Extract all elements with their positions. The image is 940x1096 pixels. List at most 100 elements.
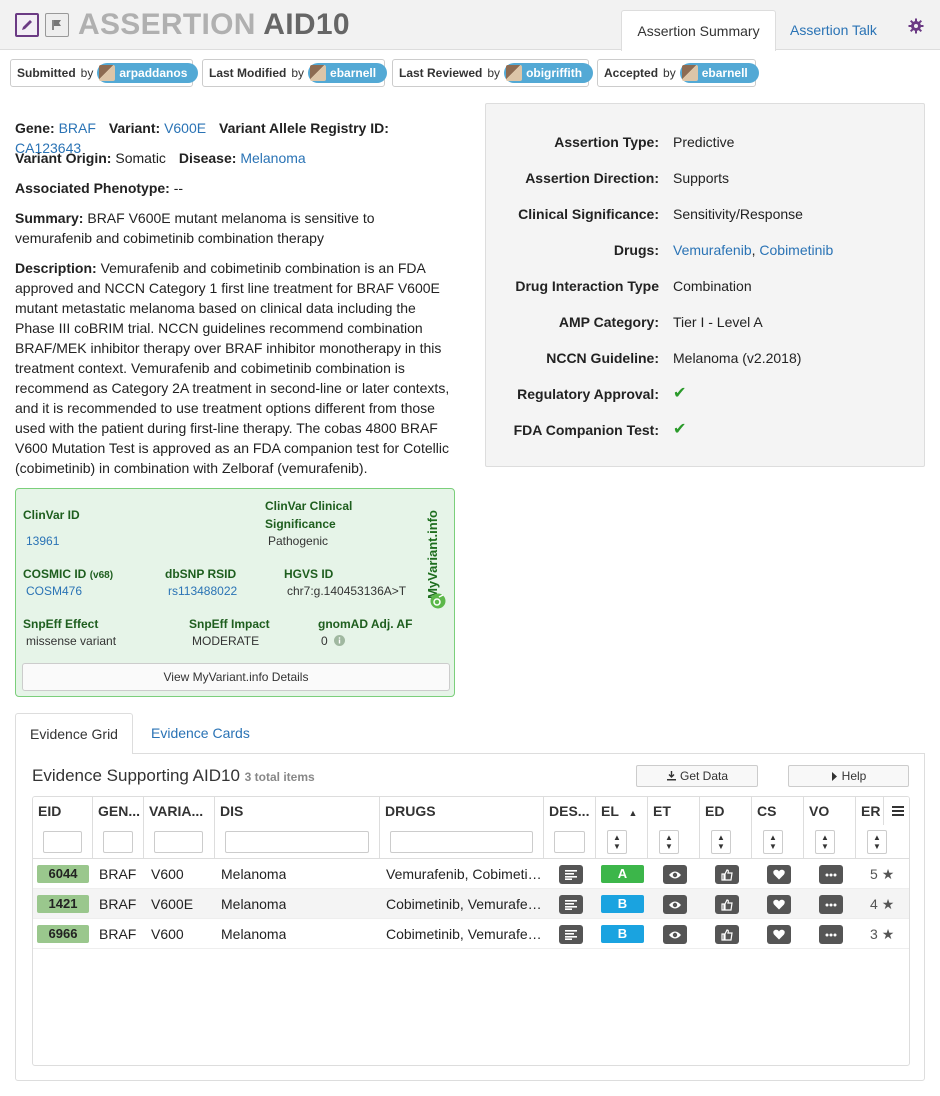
property-row: FDA Companion Test: ✔ <box>486 420 926 440</box>
filter-select[interactable]: ▲ ▼ <box>763 830 783 854</box>
flag-button[interactable] <box>45 13 69 37</box>
last-modified-attribution: Last Modified by ebarnell <box>202 59 388 87</box>
filter-select[interactable]: ▲ ▼ <box>711 830 731 854</box>
column-header-variant-origin[interactable]: VO ▲ ▼ <box>804 797 856 859</box>
heart-icon <box>767 925 791 944</box>
evidence-level-badge: B <box>601 925 644 943</box>
eid-badge[interactable]: 6966 <box>37 925 89 943</box>
registry-label: Variant Allele Registry ID: <box>219 120 389 136</box>
column-title: VO <box>809 803 830 819</box>
description-icon[interactable] <box>559 865 583 884</box>
filter-variant-input[interactable] <box>154 831 203 853</box>
column-header-disease[interactable]: DIS <box>215 797 380 859</box>
filter-select[interactable]: ▲ ▼ <box>867 830 887 854</box>
rating-cell: 3 ★ <box>870 919 894 949</box>
snpeff-impact-value: MODERATE <box>192 634 260 648</box>
clinvar-id-link[interactable]: 13961 <box>26 532 59 550</box>
cosmic-id-link[interactable]: COSM476 <box>26 582 82 600</box>
property-label: Drug Interaction Type <box>515 278 659 294</box>
disease-cell: Melanoma <box>221 926 287 942</box>
filter-select[interactable]: ▲ ▼ <box>659 830 679 854</box>
snpeff-effect-value: missense variant <box>26 634 117 648</box>
phenotype-value: -- <box>173 180 184 196</box>
property-row: NCCN Guideline: Melanoma (v2.2018) <box>486 348 926 368</box>
tab-evidence-grid[interactable]: Evidence Grid <box>15 713 133 754</box>
column-header-description[interactable]: DES... <box>544 797 596 859</box>
column-header-clinical-significance[interactable]: CS ▲ ▼ <box>752 797 804 859</box>
myvariant-brand-text: MyVariant.info <box>424 510 440 599</box>
property-label: Regulatory Approval: <box>517 386 659 402</box>
column-header-drugs[interactable]: DRUGS <box>380 797 544 859</box>
property-value: Melanoma (v2.2018) <box>673 350 802 366</box>
grid-menu-button[interactable] <box>883 797 909 825</box>
help-button[interactable]: Help <box>788 765 909 787</box>
column-header-variant[interactable]: VARIA... <box>144 797 215 859</box>
drug-link[interactable]: Vemurafenib <box>673 242 752 258</box>
summary-label: Summary: <box>15 210 84 226</box>
column-header-gene[interactable]: GEN... <box>93 797 144 859</box>
description-icon[interactable] <box>559 925 583 944</box>
tab-assertion-summary[interactable]: Assertion Summary <box>621 10 776 51</box>
filter-disease-input[interactable] <box>225 831 369 853</box>
get-data-button[interactable]: Get Data <box>636 765 758 787</box>
user-badge[interactable]: arpaddanos <box>97 63 199 83</box>
tab-assertion-talk[interactable]: Assertion Talk <box>790 10 877 50</box>
description-label: Description: <box>15 260 97 276</box>
heart-icon <box>767 865 791 884</box>
gene-link[interactable]: BRAF <box>59 120 96 136</box>
user-badge[interactable]: ebarnell <box>308 63 388 83</box>
filter-select[interactable]: ▲ ▼ <box>815 830 835 854</box>
column-title: DIS <box>220 803 244 819</box>
assertion-header: ASSERTION AID10 Assertion Summary Assert… <box>0 0 940 51</box>
ellipsis-icon <box>819 865 843 884</box>
eid-badge[interactable]: 1421 <box>37 895 89 913</box>
sort-select[interactable]: ▲ ▼ <box>607 830 627 854</box>
column-header-eid[interactable]: EID <box>33 797 93 859</box>
column-title: ET <box>653 803 671 819</box>
info-icon[interactable] <box>334 635 346 646</box>
user-badge[interactable]: obigriffith <box>504 63 594 83</box>
evidence-level-badge: A <box>601 865 644 883</box>
filter-drugs-input[interactable] <box>390 831 533 853</box>
settings-button[interactable] <box>908 18 924 37</box>
table-row[interactable]: 6044 BRAF V600 Melanoma Vemurafenib, Cob… <box>33 859 909 889</box>
user-name: arpaddanos <box>119 66 188 80</box>
user-badge[interactable]: ebarnell <box>679 63 759 83</box>
property-label: AMP Category: <box>558 314 659 330</box>
filter-eid-input[interactable] <box>43 831 82 853</box>
filter-gene-input[interactable] <box>103 831 133 853</box>
disease-link[interactable]: Melanoma <box>240 150 305 166</box>
filter-description-input[interactable] <box>554 831 585 853</box>
variant-link[interactable]: V600E <box>164 120 206 136</box>
tab-evidence-cards[interactable]: Evidence Cards <box>151 713 250 754</box>
accepted-attribution: Accepted by ebarnell <box>597 59 759 87</box>
table-row[interactable]: 1421 BRAF V600E Melanoma Cobimetinib, Ve… <box>33 889 909 919</box>
view-myvariant-details-button[interactable]: View MyVariant.info Details <box>22 663 450 691</box>
property-row-drugs: Drugs: Vemurafenib, Cobimetinib <box>486 240 926 260</box>
drug-separator: , <box>751 242 756 258</box>
column-header-evidence-direction[interactable]: ED ▲ ▼ <box>700 797 752 859</box>
property-label: NCCN Guideline: <box>546 350 659 366</box>
check-icon: ✔ <box>673 421 687 438</box>
last-reviewed-attribution: Last Reviewed by obigriffith <box>392 59 594 87</box>
dbsnp-link[interactable]: rs113488022 <box>168 582 237 600</box>
disease-cell: Melanoma <box>221 866 287 882</box>
description-icon[interactable] <box>559 895 583 914</box>
drugs-cell: Cobimetinib, Vemurafenib <box>386 896 542 912</box>
gnomad-value: 0 <box>321 632 346 650</box>
edit-button[interactable] <box>15 13 39 37</box>
table-row[interactable]: 6966 BRAF V600 Melanoma Cobimetinib, Vem… <box>33 919 909 949</box>
assertion-properties-panel: Assertion Type: Predictive Assertion Dir… <box>485 103 925 467</box>
property-value: Supports <box>673 170 730 186</box>
eid-badge[interactable]: 6044 <box>37 865 89 883</box>
rating-cell: 4 ★ <box>870 889 894 919</box>
drug-link[interactable]: Cobimetinib <box>759 242 833 258</box>
drugs-cell: Cobimetinib, Vemurafenib <box>386 926 542 942</box>
column-header-evidence-level[interactable]: EL ▲ ▲ ▼ <box>596 797 648 859</box>
attribution-label: Accepted <box>604 66 659 80</box>
hgvs-label: HGVS ID <box>284 567 334 581</box>
property-row: Regulatory Approval: ✔ <box>486 384 926 404</box>
column-title: CS <box>757 803 777 819</box>
page-title: ASSERTION AID10 <box>78 7 350 43</box>
column-header-evidence-type[interactable]: ET ▲ ▼ <box>648 797 700 859</box>
